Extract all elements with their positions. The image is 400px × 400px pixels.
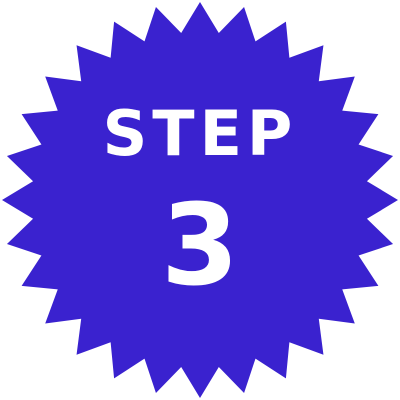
step-badge: STEP 3 — [0, 0, 400, 400]
badge-step-number: 3 — [161, 181, 239, 311]
badge-title: STEP — [102, 97, 298, 170]
